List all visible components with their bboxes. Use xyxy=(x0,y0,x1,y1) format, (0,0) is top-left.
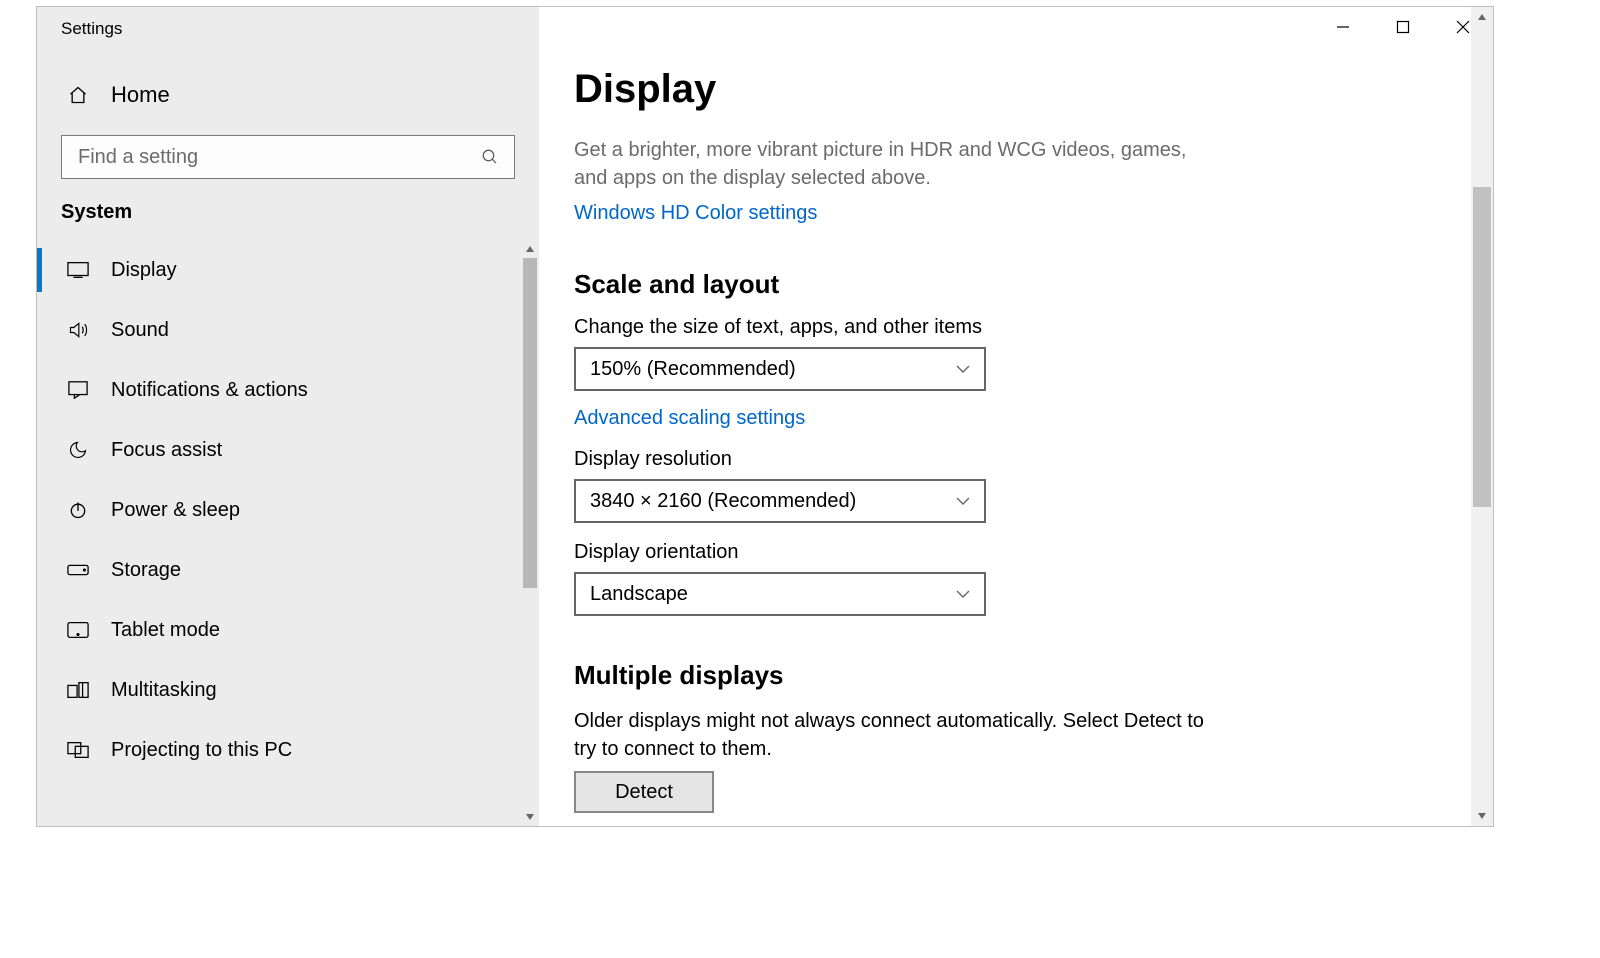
content-scrollbar[interactable] xyxy=(1471,7,1493,826)
scale-dropdown[interactable]: 150% (Recommended) xyxy=(574,347,986,391)
scale-label: Change the size of text, apps, and other… xyxy=(574,316,1431,339)
content-inner: Display Get a brighter, more vibrant pic… xyxy=(539,7,1471,826)
chevron-down-icon xyxy=(956,589,970,599)
sidebar-item-projecting[interactable]: Projecting to this PC xyxy=(37,720,539,780)
storage-icon xyxy=(67,559,89,581)
scroll-down-icon[interactable] xyxy=(1471,806,1493,826)
scroll-up-icon[interactable] xyxy=(521,240,539,258)
sidebar-item-notifications[interactable]: Notifications & actions xyxy=(37,360,539,420)
home-icon xyxy=(67,84,89,106)
chevron-down-icon xyxy=(956,496,970,506)
resolution-value: 3840 × 2160 (Recommended) xyxy=(590,490,856,513)
projecting-icon xyxy=(67,739,89,761)
sidebar-item-display[interactable]: Display xyxy=(37,240,539,300)
tablet-icon xyxy=(67,619,89,641)
content-area: Display Get a brighter, more vibrant pic… xyxy=(539,7,1493,826)
scale-value: 150% (Recommended) xyxy=(590,358,796,381)
scroll-down-icon[interactable] xyxy=(521,808,539,826)
detect-button[interactable]: Detect xyxy=(574,771,714,813)
sidebar-item-label: Display xyxy=(111,259,177,282)
sidebar-item-label: Focus assist xyxy=(111,439,222,462)
multitasking-icon xyxy=(67,679,89,701)
sidebar-item-multitasking[interactable]: Multitasking xyxy=(37,660,539,720)
advanced-scaling-link[interactable]: Advanced scaling settings xyxy=(574,407,805,430)
scrollbar-thumb[interactable] xyxy=(1473,187,1491,507)
sidebar-item-label: Notifications & actions xyxy=(111,379,308,402)
sidebar-scrollbar[interactable] xyxy=(521,240,539,826)
orientation-label: Display orientation xyxy=(574,541,1431,564)
page-title: Display xyxy=(574,67,1431,112)
sidebar: Settings Home System xyxy=(37,7,539,826)
search-box[interactable] xyxy=(61,135,515,179)
sidebar-item-storage[interactable]: Storage xyxy=(37,540,539,600)
app-title: Settings xyxy=(37,7,539,67)
power-icon xyxy=(67,499,89,521)
section-scale-layout: Scale and layout xyxy=(574,269,1431,300)
scrollbar-thumb[interactable] xyxy=(523,258,537,588)
resolution-dropdown[interactable]: 3840 × 2160 (Recommended) xyxy=(574,479,986,523)
nav-home[interactable]: Home xyxy=(37,67,539,123)
notifications-icon xyxy=(67,379,89,401)
sound-icon xyxy=(67,319,89,341)
sidebar-nav: Display Sound Notifications & actions xyxy=(37,240,539,826)
section-multiple-displays: Multiple displays xyxy=(574,660,1431,691)
sidebar-item-focus-assist[interactable]: Focus assist xyxy=(37,420,539,480)
hdr-description: Get a brighter, more vibrant picture in … xyxy=(574,136,1214,192)
focus-assist-icon xyxy=(67,439,89,461)
sidebar-item-label: Power & sleep xyxy=(111,499,240,522)
sidebar-item-sound[interactable]: Sound xyxy=(37,300,539,360)
search-container xyxy=(37,123,539,189)
search-icon xyxy=(480,147,500,167)
nav-home-label: Home xyxy=(111,82,170,108)
resolution-label: Display resolution xyxy=(574,448,1431,471)
multiple-displays-description: Older displays might not always connect … xyxy=(574,707,1214,763)
scroll-up-icon[interactable] xyxy=(1471,7,1493,27)
orientation-value: Landscape xyxy=(590,583,688,606)
sidebar-item-power-sleep[interactable]: Power & sleep xyxy=(37,480,539,540)
orientation-dropdown[interactable]: Landscape xyxy=(574,572,986,616)
sidebar-item-label: Multitasking xyxy=(111,679,217,702)
sidebar-item-label: Projecting to this PC xyxy=(111,739,292,762)
sidebar-item-label: Storage xyxy=(111,559,181,582)
chevron-down-icon xyxy=(956,364,970,374)
sidebar-item-tablet-mode[interactable]: Tablet mode xyxy=(37,600,539,660)
sidebar-category: System xyxy=(37,189,539,240)
display-icon xyxy=(67,259,89,281)
search-input[interactable] xyxy=(76,145,480,170)
settings-window: Settings Home System xyxy=(36,6,1494,827)
sidebar-item-label: Tablet mode xyxy=(111,619,220,642)
hdr-color-link[interactable]: Windows HD Color settings xyxy=(574,202,817,225)
sidebar-item-label: Sound xyxy=(111,319,169,342)
